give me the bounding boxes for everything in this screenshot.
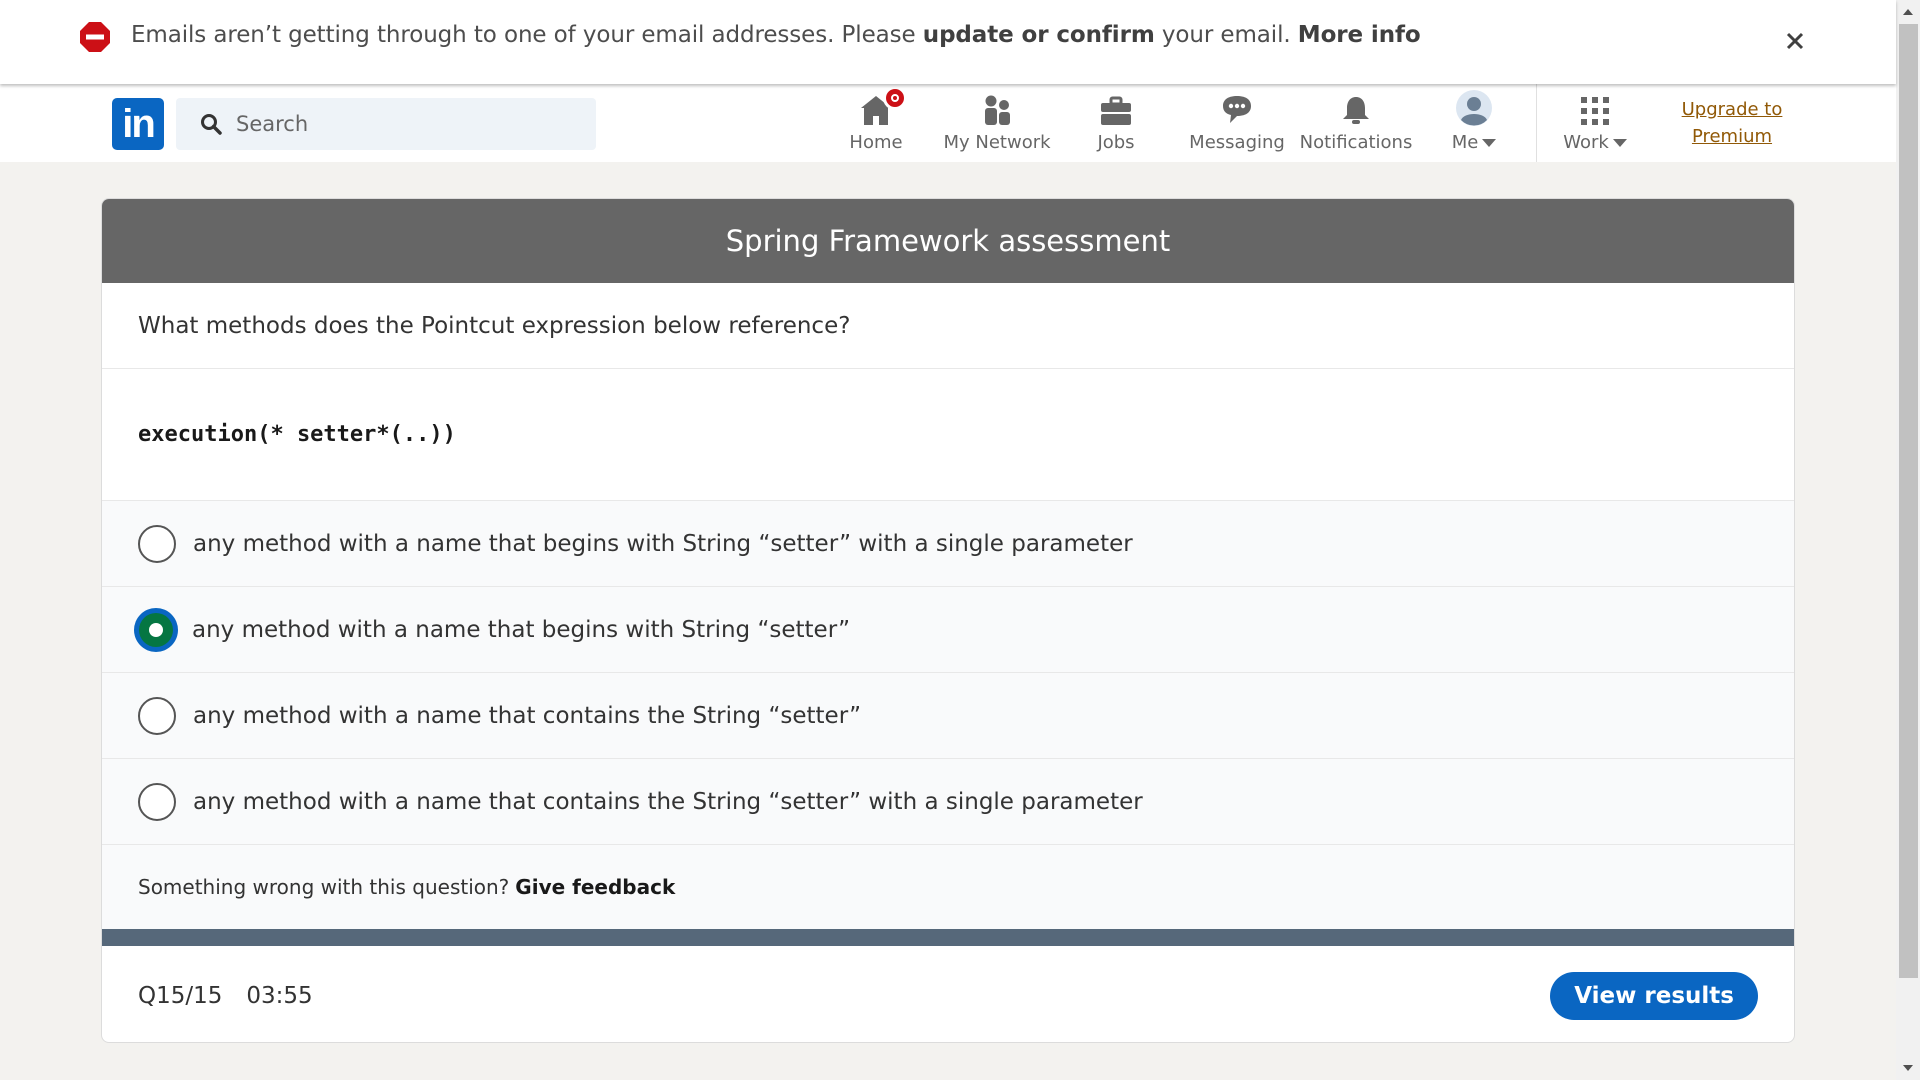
answer-options: any method with a name that begins with …: [102, 501, 1794, 845]
nav-me-label: Me: [1452, 132, 1497, 153]
give-feedback-link[interactable]: Give feedback: [515, 875, 675, 899]
alert-message: Emails aren’t getting through to one of …: [131, 22, 1421, 48]
briefcase-icon: [1101, 96, 1131, 125]
answer-option-4[interactable]: any method with a name that contains the…: [102, 759, 1794, 845]
question-row: What methods does the Pointcut expressio…: [102, 283, 1794, 369]
answer-option-1[interactable]: any method with a name that begins with …: [102, 501, 1794, 587]
nav-jobs[interactable]: Jobs: [1086, 90, 1146, 156]
scrollbar-thumb[interactable]: [1899, 24, 1918, 978]
nav-notifications[interactable]: Notifications: [1300, 90, 1412, 156]
scroll-up-arrow-icon[interactable]: [1896, 2, 1920, 22]
alert-text-middle: your email.: [1154, 22, 1298, 48]
view-results-button[interactable]: View results: [1550, 972, 1758, 1020]
email-alert-banner: Emails aren’t getting through to one of …: [0, 0, 1896, 84]
feedback-prompt: Something wrong with this question?: [138, 875, 510, 899]
messaging-icon: [1223, 96, 1251, 123]
nav-messaging-label: Messaging: [1189, 132, 1285, 153]
question-text: What methods does the Pointcut expressio…: [138, 312, 851, 339]
nav-jobs-label: Jobs: [1097, 132, 1135, 153]
nav-work-label: Work: [1563, 132, 1627, 153]
nav-work[interactable]: Work: [1560, 90, 1630, 156]
nav-my-network-label: My Network: [943, 132, 1051, 153]
search-box[interactable]: [176, 98, 596, 150]
more-info-link[interactable]: More info: [1298, 22, 1421, 48]
nav-messaging[interactable]: Messaging: [1189, 90, 1285, 156]
nav-home[interactable]: Home: [846, 86, 907, 156]
timer: 03:55: [246, 983, 313, 1009]
me-label-text: Me: [1451, 132, 1479, 153]
update-confirm-link[interactable]: update or confirm: [923, 22, 1155, 48]
progress-bar: [102, 929, 1794, 946]
nav-home-label: Home: [849, 132, 903, 153]
work-label-text: Work: [1563, 132, 1609, 153]
upgrade-premium-link[interactable]: Upgrade to Premium: [1670, 96, 1794, 150]
close-icon[interactable]: [1780, 26, 1810, 56]
global-nav: in Home My Network: [0, 84, 1896, 162]
answer-option-1-text: any method with a name that begins with …: [193, 530, 1133, 557]
alert-text-prefix: Emails aren’t getting through to one of …: [131, 22, 923, 48]
nav-my-network[interactable]: My Network: [943, 90, 1051, 156]
search-icon: [201, 114, 222, 135]
answer-option-3-text: any method with a name that contains the…: [193, 702, 862, 729]
pointcut-code: execution(* setter*(..)): [138, 422, 456, 447]
chevron-down-icon: [1482, 139, 1497, 147]
network-icon: [985, 95, 1010, 125]
answer-option-4-text: any method with a name that contains the…: [193, 788, 1143, 815]
premium-line-1: Upgrade to: [1681, 99, 1783, 120]
nav-me[interactable]: Me: [1444, 90, 1504, 156]
assessment-footer: Q15/15 03:55 View results: [102, 946, 1794, 1042]
answer-option-3[interactable]: any method with a name that contains the…: [102, 673, 1794, 759]
chevron-down-icon: [1612, 139, 1627, 147]
code-block: execution(* setter*(..)): [102, 369, 1794, 501]
radio-button-1[interactable]: [138, 524, 176, 563]
scroll-down-arrow-icon[interactable]: [1896, 1058, 1920, 1078]
assessment-card: Spring Framework assessment What methods…: [101, 198, 1795, 1043]
question-counter: Q15/15: [138, 983, 223, 1009]
answer-option-2[interactable]: any method with a name that begins with …: [102, 587, 1794, 673]
answer-option-2-text: any method with a name that begins with …: [192, 616, 851, 643]
grid-icon: [1581, 97, 1609, 125]
premium-line-2: Premium: [1691, 126, 1773, 147]
feedback-row: Something wrong with this question? Give…: [102, 845, 1794, 929]
bell-icon: [1343, 97, 1369, 124]
radio-button-2-selected[interactable]: [134, 607, 178, 652]
assessment-title: Spring Framework assessment: [725, 224, 1171, 258]
nav-notifications-label: Notifications: [1299, 132, 1413, 153]
radio-button-3[interactable]: [138, 696, 176, 735]
notification-badge: [883, 86, 907, 110]
linkedin-logo[interactable]: in: [112, 98, 164, 150]
avatar-icon: [1456, 90, 1492, 126]
radio-button-4[interactable]: [138, 782, 176, 821]
nav-divider: [1536, 84, 1537, 162]
search-input[interactable]: [236, 112, 556, 136]
assessment-header: Spring Framework assessment: [102, 199, 1794, 283]
stop-icon: [80, 22, 110, 52]
